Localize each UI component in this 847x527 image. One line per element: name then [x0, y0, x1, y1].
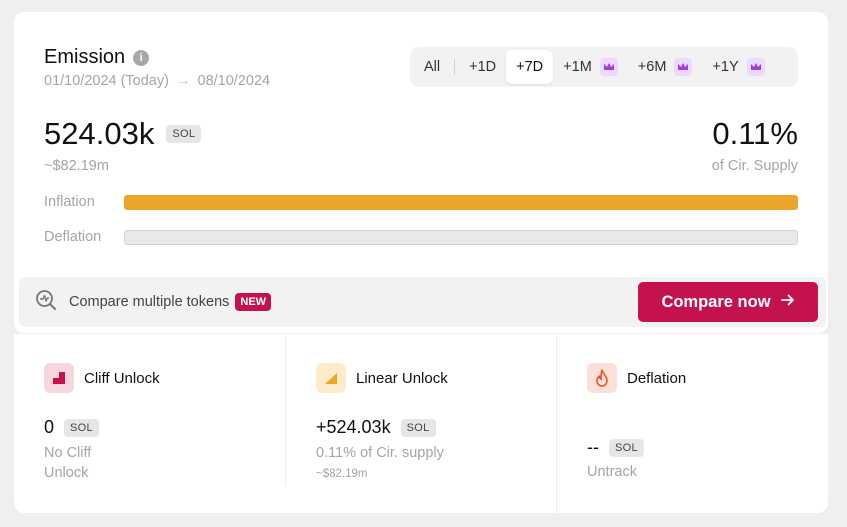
tab-label: +1Y	[712, 59, 739, 75]
cliff-unlock-amount: 0 SOL	[44, 417, 99, 438]
unit-badge: SOL	[166, 125, 202, 143]
deflation-title: Deflation	[627, 369, 687, 387]
title-row: Emission i	[44, 46, 150, 69]
emission-amount: 524.03k SOL	[44, 116, 202, 152]
deflation-amount: -- SOL	[587, 437, 644, 458]
tab-6m[interactable]: +6M	[628, 50, 703, 84]
linear-unlock-title: Linear Unlock	[356, 369, 448, 387]
crown-icon	[674, 58, 693, 76]
tab-1y[interactable]: +1Y	[702, 50, 774, 84]
unit-badge: SOL	[609, 438, 644, 457]
inflation-bar-fill	[124, 194, 798, 210]
emission-usd: ~$82.19m	[44, 158, 109, 174]
supply-percent-label: of Cir. Supply	[711, 158, 798, 174]
linear-unlock-header: Linear Unlock	[316, 363, 448, 393]
compare-now-label: Compare now	[661, 292, 771, 311]
tab-label: +6M	[637, 59, 667, 75]
tab-7d[interactable]: +7D	[506, 50, 554, 84]
info-icon[interactable]: i	[133, 49, 150, 66]
tab-all[interactable]: All	[414, 50, 450, 84]
inflation-label: Inflation	[44, 194, 95, 210]
inflation-bar	[124, 194, 798, 210]
deflation-header: Deflation	[587, 363, 686, 393]
page-title: Emission	[44, 46, 126, 68]
date-to: 08/10/2024	[197, 73, 271, 89]
timeframe-tabs: All +1D +7D +1M +6M +1Y	[410, 47, 798, 87]
date-from: 01/10/2024 (Today)	[44, 73, 169, 89]
cliff-unlock-icon	[44, 363, 74, 393]
compare-now-button[interactable]: Compare now	[638, 282, 818, 322]
unlock-breakdown: Cliff Unlock 0 SOL No Cliff Unlock Linea…	[14, 334, 828, 513]
deflation-column: Deflation -- SOL Untrack	[557, 334, 828, 513]
deflation-bar	[124, 229, 798, 245]
deflation-row: Deflation	[44, 229, 798, 245]
arrow-right-icon: →	[175, 73, 191, 89]
tab-divider	[454, 59, 456, 75]
arrow-right-icon	[780, 293, 795, 312]
cliff-unlock-value: 0	[44, 417, 55, 437]
tab-label: All	[424, 59, 441, 75]
compare-banner: Compare multiple tokens NEW Compare now	[19, 277, 826, 327]
linear-unlock-sub: 0.11% of Cir. supply	[316, 445, 444, 461]
linear-unlock-amount: +524.03k SOL	[316, 417, 436, 438]
cliff-unlock-title: Cliff Unlock	[84, 369, 160, 387]
supply-percent: 0.11%	[712, 116, 798, 151]
tab-1m[interactable]: +1M	[553, 50, 628, 84]
cliff-unlock-column: Cliff Unlock 0 SOL No Cliff Unlock	[14, 334, 285, 513]
tab-label: +1M	[563, 59, 592, 75]
crown-icon	[746, 58, 765, 76]
emission-amount-value: 524.03k	[44, 116, 155, 151]
linear-unlock-column: Linear Unlock +524.03k SOL 0.11% of Cir.…	[286, 334, 556, 513]
linear-unlock-value: +524.03k	[316, 417, 391, 437]
deflation-label: Deflation	[44, 229, 102, 245]
cliff-unlock-header: Cliff Unlock	[44, 363, 160, 393]
linear-unlock-icon	[316, 363, 346, 393]
cliff-unlock-sub-line: No Cliff	[44, 445, 92, 461]
deflation-value: --	[587, 437, 599, 457]
unit-badge: SOL	[64, 418, 99, 437]
inflation-row: Inflation	[44, 194, 798, 210]
deflation-sub: Untrack	[587, 464, 637, 480]
tab-1d[interactable]: +1D	[459, 50, 506, 84]
compare-text: Compare multiple tokens	[69, 294, 230, 310]
cliff-unlock-sub-line: Unlock	[44, 465, 89, 481]
unit-badge: SOL	[400, 418, 436, 437]
tab-label: +7D	[516, 59, 544, 75]
date-range: 01/10/2024 (Today) → 08/10/2024	[44, 73, 270, 89]
tab-label: +1D	[469, 59, 497, 75]
new-badge: NEW	[235, 293, 272, 311]
flame-icon	[587, 363, 617, 393]
linear-unlock-usd: ~$82.19m	[316, 468, 368, 480]
cliff-unlock-sub: No Cliff Unlock	[44, 443, 91, 483]
crown-icon	[599, 58, 618, 76]
compare-chart-icon	[35, 289, 57, 316]
